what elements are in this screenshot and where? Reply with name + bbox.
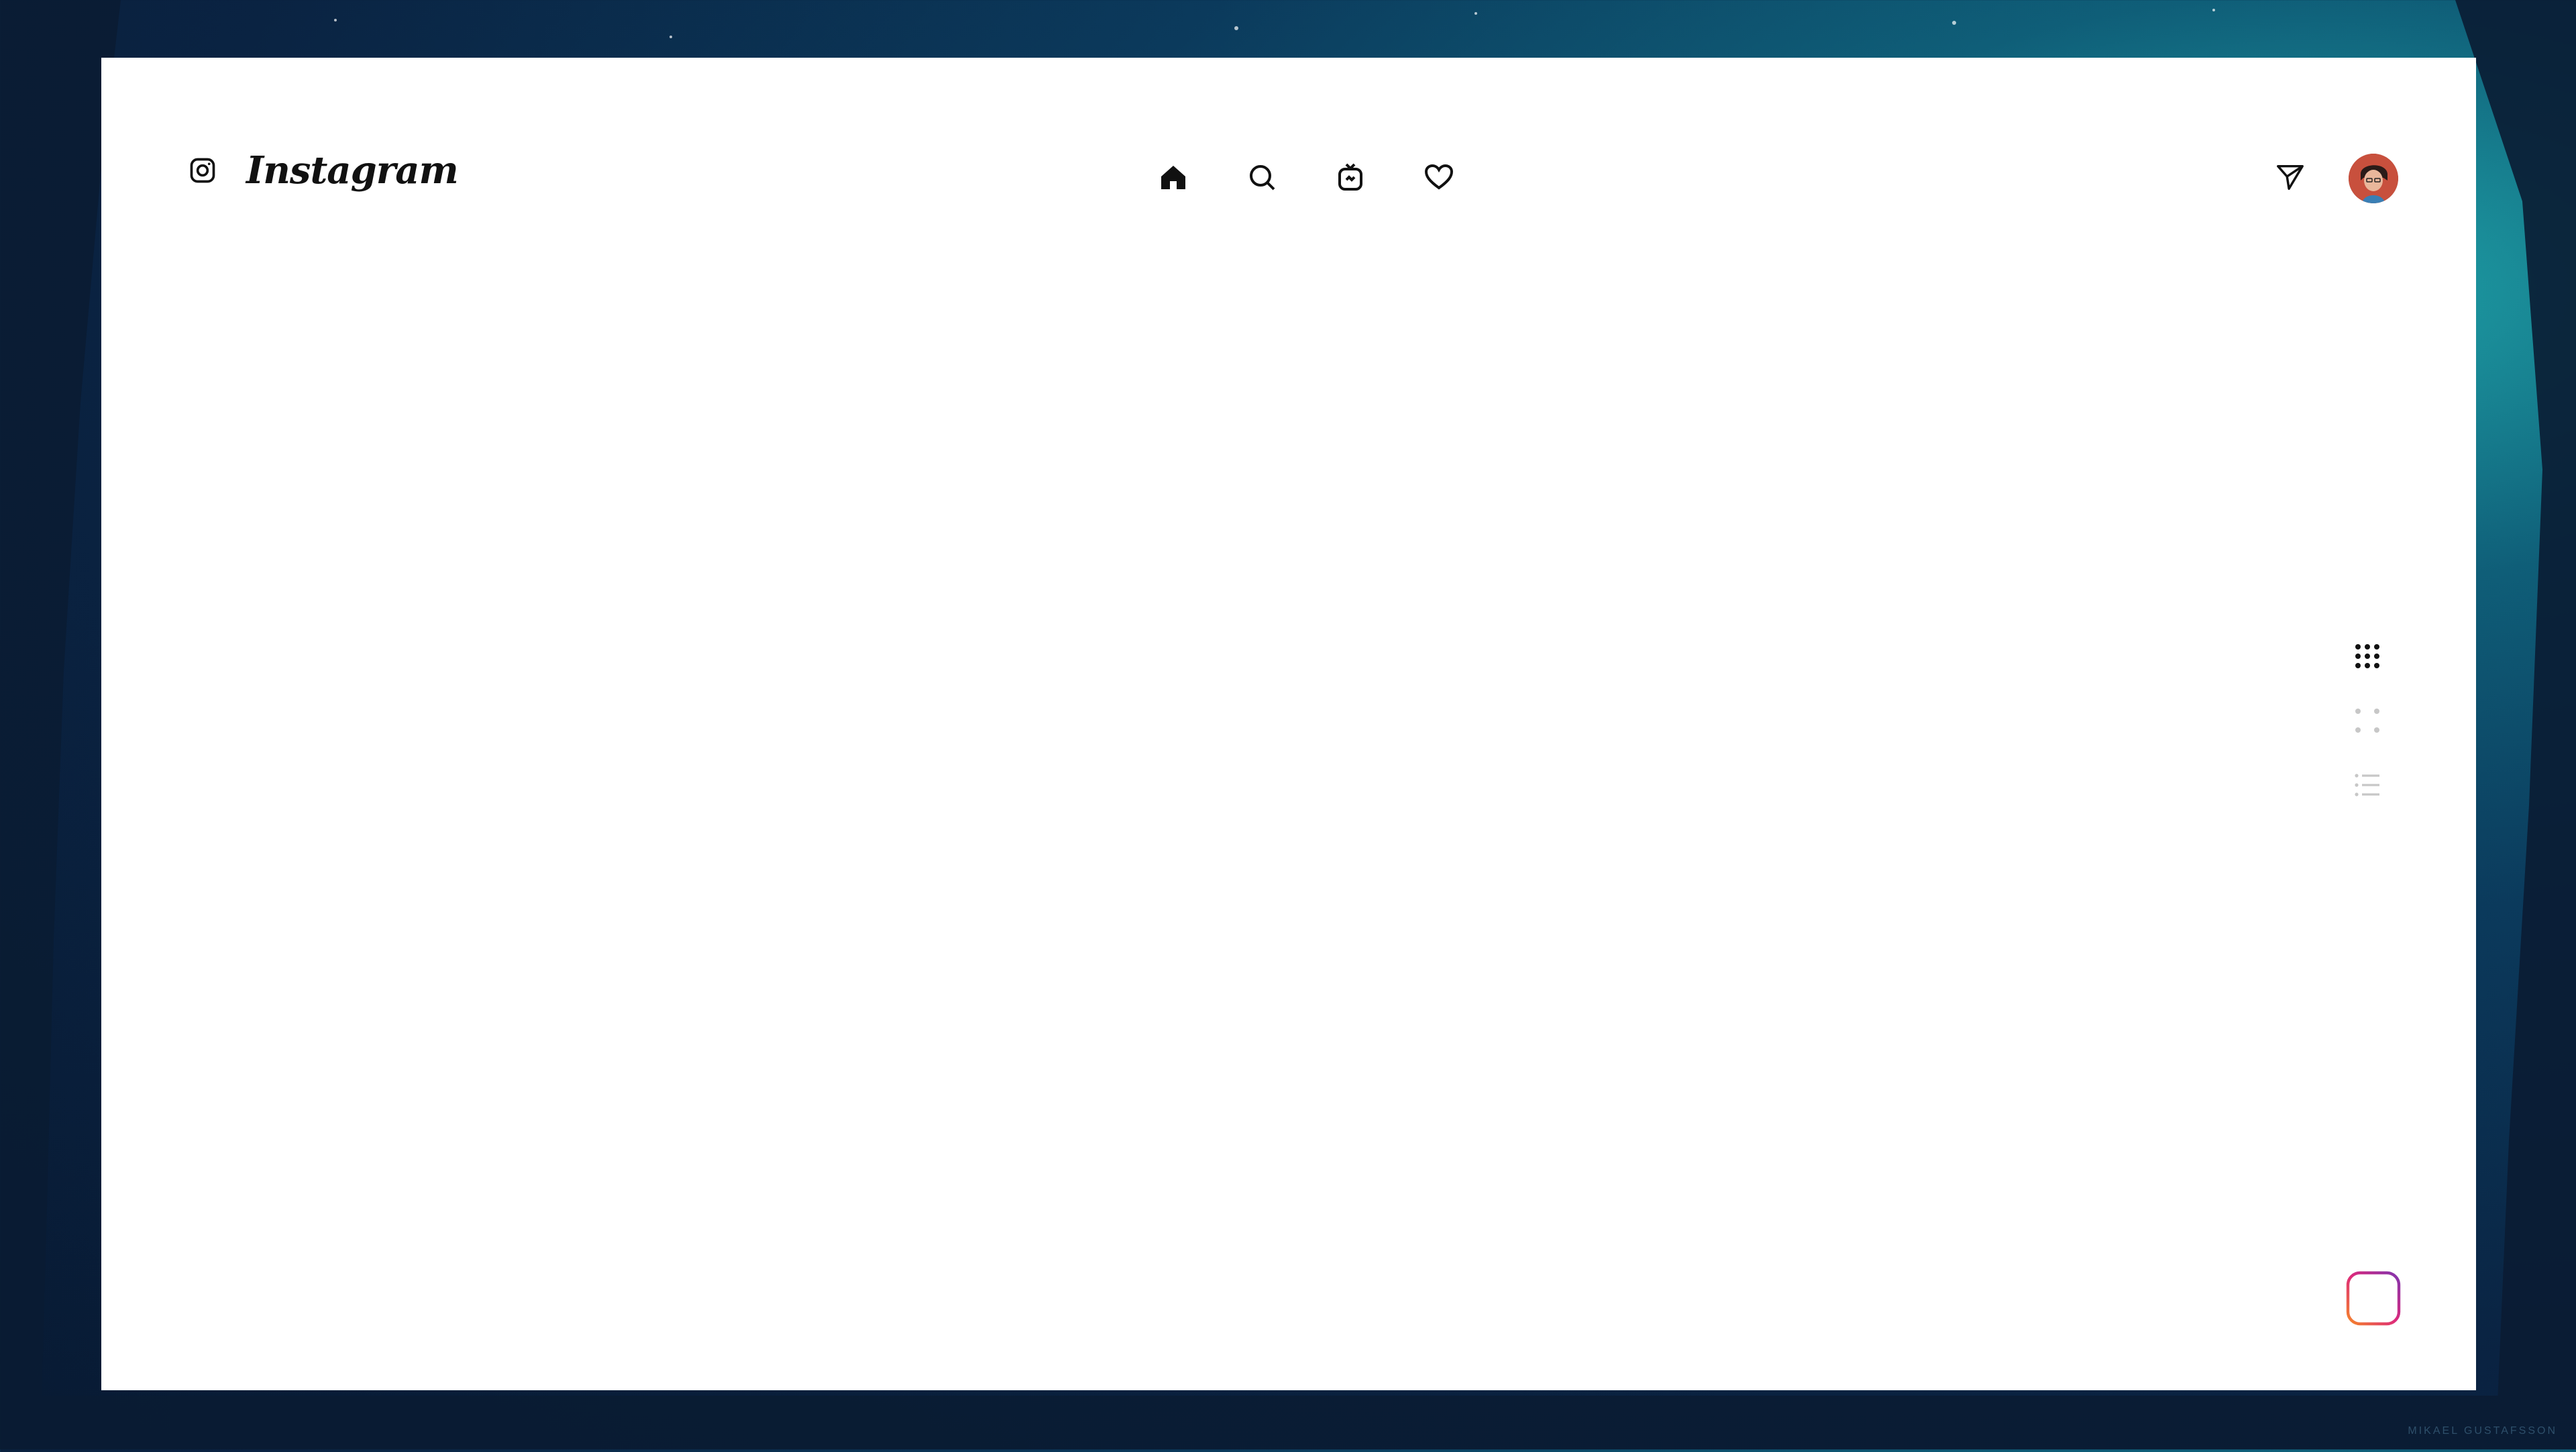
view-list-button[interactable] [2351, 770, 2383, 802]
view-grid-large-button[interactable] [2351, 641, 2383, 674]
igtv-icon [1334, 161, 1366, 196]
main-nav [1129, 157, 1483, 200]
home-icon [1157, 161, 1189, 196]
list-icon [2353, 770, 2382, 802]
feed-view-switcher [2347, 641, 2387, 802]
instagram-app-window: Instagram [101, 58, 2476, 1390]
header-actions [2275, 154, 2398, 203]
paper-plane-icon [2275, 162, 2306, 195]
new-post-button[interactable] [2345, 1270, 2402, 1327]
wallpaper-credit: MIKAEL GUSTAFSSON [2408, 1425, 2557, 1437]
nav-search-button[interactable] [1218, 157, 1306, 200]
brand[interactable]: Instagram [186, 137, 459, 204]
grid-nine-dots-icon [2353, 641, 2382, 674]
nav-igtv-button[interactable] [1306, 157, 1395, 200]
direct-messages-button[interactable] [2275, 162, 2306, 195]
view-grid-small-button[interactable] [2351, 706, 2383, 738]
nav-activity-button[interactable] [1395, 157, 1483, 200]
search-icon [1246, 161, 1278, 196]
heart-icon [1423, 161, 1455, 196]
nav-home-button[interactable] [1129, 157, 1218, 200]
grid-four-dots-icon [2353, 706, 2382, 738]
instagram-wordmark: Instagram [246, 148, 459, 193]
plus-square-icon [2345, 1271, 2402, 1329]
instagram-glyph-icon [186, 154, 219, 187]
avatar[interactable] [2349, 154, 2398, 203]
